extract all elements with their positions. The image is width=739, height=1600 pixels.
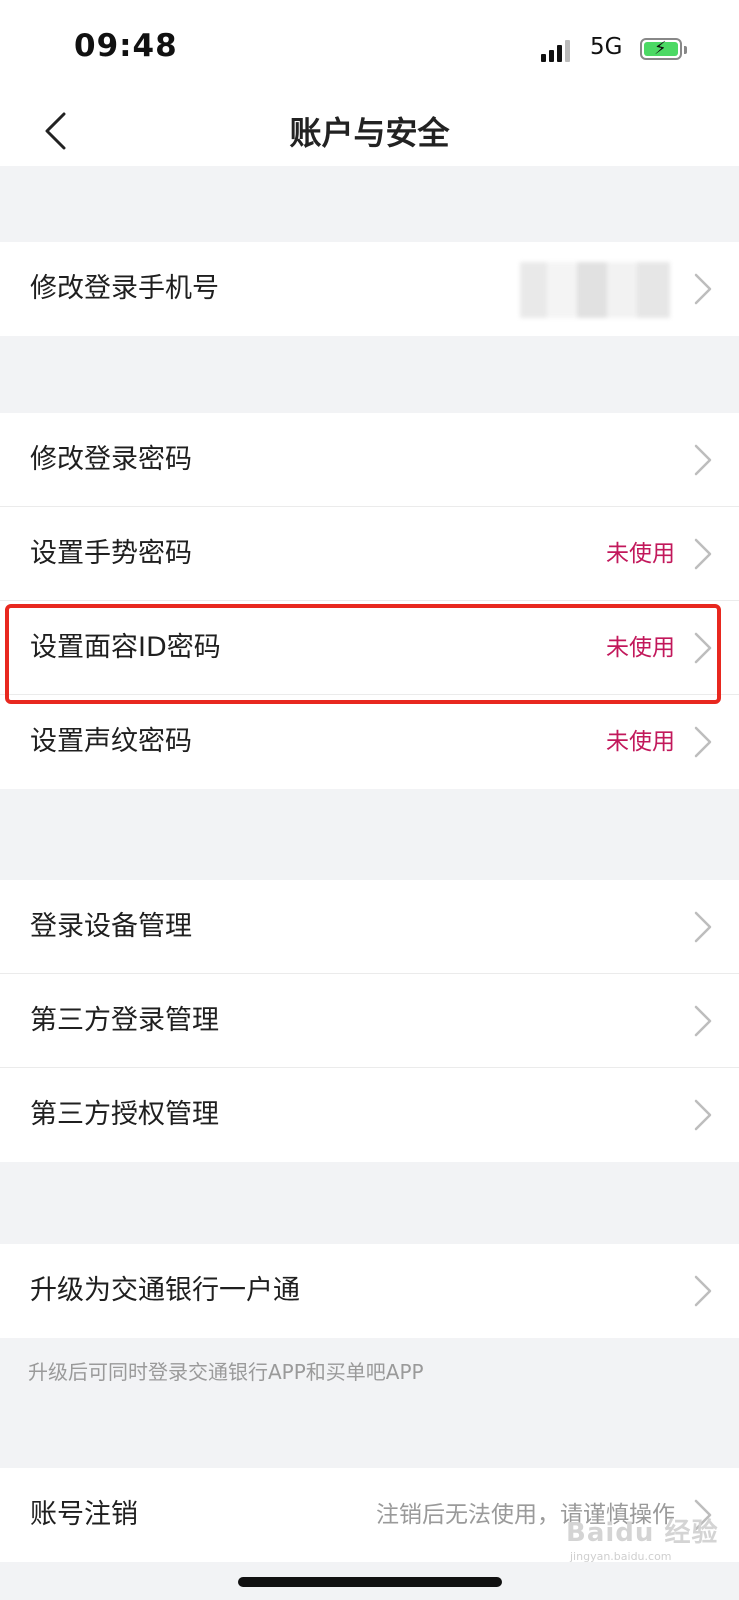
row-upgrade-account[interactable]: 升级为交通银行一户通: [0, 1244, 739, 1338]
status-bar: 09:48 5G ⚡: [0, 0, 739, 96]
row-third-party-auth[interactable]: 第三方授权管理: [0, 1068, 739, 1162]
signal-icon: [541, 38, 577, 62]
upgrade-note: 升级后可同时登录交通银行APP和买单吧APP: [28, 1360, 424, 1384]
row-label: 登录设备管理: [30, 911, 192, 942]
status-time: 09:48: [74, 28, 178, 64]
row-label: 设置手势密码: [30, 538, 192, 569]
chevron-right-icon: [694, 1099, 712, 1131]
masked-phone-number: [520, 262, 670, 318]
chevron-right-icon: [694, 273, 712, 305]
row-status: 未使用: [606, 729, 675, 755]
battery-icon: ⚡: [640, 38, 687, 60]
row-login-devices[interactable]: 登录设备管理: [0, 880, 739, 974]
baidu-watermark: Baidu 经验: [566, 1518, 719, 1548]
row-status: 未使用: [606, 541, 675, 567]
page-title: 账户与安全: [289, 114, 450, 152]
row-label: 修改登录密码: [30, 444, 192, 475]
chevron-right-icon: [694, 911, 712, 943]
baidu-watermark-url: jingyan.baidu.com: [570, 1550, 672, 1563]
highlight-box: [5, 604, 721, 704]
home-indicator[interactable]: [238, 1577, 502, 1587]
row-change-phone[interactable]: 修改登录手机号: [0, 242, 739, 336]
chevron-right-icon: [694, 538, 712, 570]
row-voiceprint-password[interactable]: 设置声纹密码 未使用: [0, 695, 739, 789]
row-label: 第三方授权管理: [30, 1099, 219, 1130]
row-gesture-password[interactable]: 设置手势密码 未使用: [0, 507, 739, 601]
chevron-right-icon: [694, 444, 712, 476]
row-change-password[interactable]: 修改登录密码: [0, 413, 739, 507]
row-label: 升级为交通银行一户通: [30, 1275, 300, 1306]
row-third-party-login[interactable]: 第三方登录管理: [0, 974, 739, 1068]
row-label: 账号注销: [30, 1499, 138, 1530]
network-type: 5G: [590, 34, 623, 60]
group-passwords: 修改登录密码 设置手势密码 未使用 设置面容ID密码 未使用 设置声纹密码 未使…: [0, 413, 739, 789]
chevron-right-icon: [694, 726, 712, 758]
row-label: 修改登录手机号: [30, 273, 219, 304]
chevron-right-icon: [694, 1005, 712, 1037]
group-phone: 修改登录手机号: [0, 242, 739, 336]
chevron-right-icon: [694, 1275, 712, 1307]
group-upgrade: 升级为交通银行一户通: [0, 1244, 739, 1338]
row-label: 设置声纹密码: [30, 726, 192, 757]
row-label: 第三方登录管理: [30, 1005, 219, 1036]
navigation-bar: 账户与安全: [0, 96, 739, 166]
group-devices: 登录设备管理 第三方登录管理 第三方授权管理: [0, 880, 739, 1162]
